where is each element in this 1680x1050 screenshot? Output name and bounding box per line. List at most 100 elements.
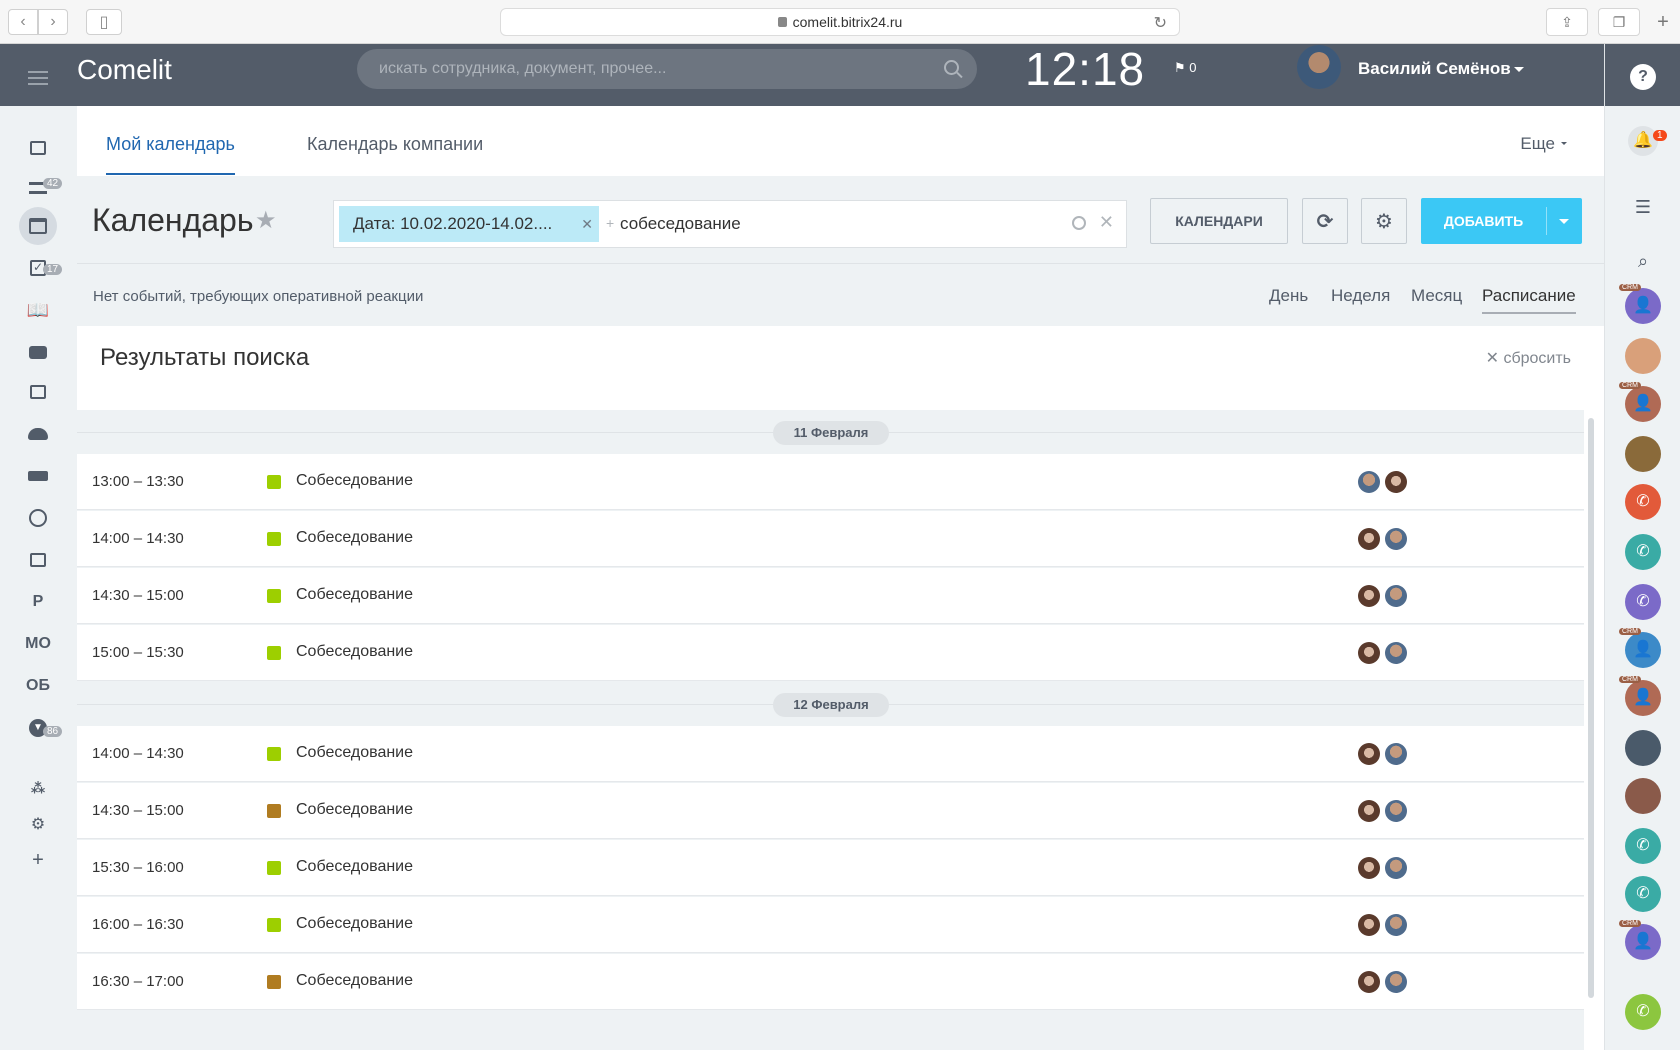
logo[interactable]: Comelit [77, 54, 172, 86]
forward-button[interactable]: › [38, 9, 68, 35]
chat-avatar[interactable]: 👤 [1625, 924, 1661, 960]
chat-avatar[interactable]: 👤 [1625, 288, 1661, 324]
event-title[interactable]: Собеседование [296, 972, 413, 990]
clock[interactable]: 12:18 [1025, 42, 1145, 96]
back-button[interactable]: ‹ [8, 9, 38, 35]
scrollbar[interactable] [1588, 418, 1594, 998]
star-icon[interactable]: ★ [255, 206, 277, 235]
filter-query[interactable]: собеседование [620, 214, 741, 234]
event-row[interactable]: 14:30 – 15:00 Собеседование [77, 568, 1584, 624]
reset-button[interactable]: ✕ сбросить [1486, 348, 1571, 368]
chat-avatar[interactable]: 👤 [1625, 680, 1661, 716]
sidebar-item-chat[interactable] [22, 336, 54, 368]
attendee-avatar[interactable] [1385, 585, 1407, 607]
event-title[interactable]: Собеседование [296, 472, 413, 490]
attendee-avatar[interactable] [1358, 471, 1380, 493]
sidebar-item-settings[interactable]: ⚙ [22, 808, 54, 840]
attendee-avatar[interactable] [1385, 971, 1407, 993]
attendee-avatar[interactable] [1358, 800, 1380, 822]
attendee-avatar[interactable] [1385, 914, 1407, 936]
event-row[interactable]: 14:00 – 14:30 Собеседование [77, 726, 1584, 782]
attendee-avatar[interactable] [1385, 471, 1407, 493]
chat-avatar[interactable] [1625, 436, 1661, 472]
chat-avatar[interactable]: ✆ [1625, 534, 1661, 570]
sidebar-item-add[interactable]: + [22, 844, 54, 876]
help-icon[interactable]: ? [1630, 64, 1656, 90]
chat-avatar[interactable]: ✆ [1625, 994, 1661, 1030]
add-button[interactable]: ДОБАВИТЬ [1421, 198, 1582, 244]
date-filter-chip[interactable]: Дата: 10.02.2020-14.02.... ✕ [339, 206, 599, 242]
share-button[interactable]: ⇪ [1546, 8, 1588, 36]
chat-avatar[interactable] [1625, 778, 1661, 814]
address-bar[interactable]: comelit.bitrix24.ru ↻ [500, 8, 1180, 36]
sidebar-item-time[interactable] [22, 502, 54, 534]
view-schedule[interactable]: Расписание [1482, 286, 1576, 314]
search-icon[interactable]: ⌕ [1628, 246, 1658, 276]
chevron-down-icon[interactable] [1559, 219, 1569, 229]
tabs-button[interactable]: ❐ [1598, 8, 1640, 36]
global-search[interactable] [357, 49, 977, 89]
sidebar-item-knowledge[interactable]: 📖 [22, 294, 54, 326]
filter-search[interactable]: Дата: 10.02.2020-14.02.... ✕ + собеседов… [333, 200, 1127, 248]
event-row[interactable]: 15:30 – 16:00 Собеседование [77, 840, 1584, 896]
attendee-avatar[interactable] [1358, 585, 1380, 607]
attendee-avatar[interactable] [1358, 971, 1380, 993]
event-row[interactable]: 14:30 – 15:00 Собеседование [77, 783, 1584, 839]
messages-icon[interactable]: ☰ [1628, 192, 1658, 222]
attendee-avatar[interactable] [1358, 743, 1380, 765]
sidebar-item-calendar[interactable] [19, 207, 57, 245]
sidebar-item-contacts[interactable] [22, 376, 54, 408]
settings-button[interactable]: ⚙ [1361, 198, 1407, 244]
attendee-avatar[interactable] [1385, 800, 1407, 822]
event-title[interactable]: Собеседование [296, 915, 413, 933]
chat-avatar[interactable]: ✆ [1625, 876, 1661, 912]
chat-avatar[interactable]: ✆ [1625, 584, 1661, 620]
event-title[interactable]: Собеседование [296, 744, 413, 762]
user-avatar[interactable] [1297, 45, 1341, 89]
calendars-button[interactable]: КАЛЕНДАРИ [1150, 198, 1288, 244]
sync-button[interactable]: ⟳ [1302, 198, 1348, 244]
event-row[interactable]: 15:00 – 15:30 Собеседование [77, 625, 1584, 681]
event-title[interactable]: Собеседование [296, 801, 413, 819]
chat-avatar[interactable] [1625, 730, 1661, 766]
search-icon[interactable] [944, 60, 959, 75]
global-search-input[interactable] [357, 49, 977, 89]
attendee-avatar[interactable] [1358, 857, 1380, 879]
sidebar-item-drive[interactable] [22, 460, 54, 492]
flag-counter[interactable]: ⚑ 0 [1174, 60, 1197, 76]
event-row[interactable]: 13:00 – 13:30 Собеседование [77, 454, 1584, 510]
attendee-avatar[interactable] [1358, 914, 1380, 936]
new-tab-button[interactable]: + [1650, 8, 1676, 36]
tab-company-calendar[interactable]: Календарь компании [307, 134, 483, 173]
event-title[interactable]: Собеседование [296, 586, 413, 604]
attendee-avatar[interactable] [1385, 857, 1407, 879]
sidebar-item-groups[interactable] [22, 418, 54, 450]
sidebar-item-mo[interactable]: МО [22, 628, 54, 660]
attendee-avatar[interactable] [1358, 642, 1380, 664]
view-month[interactable]: Месяц [1411, 286, 1462, 306]
attendee-avatar[interactable] [1358, 528, 1380, 550]
attendee-avatar[interactable] [1385, 743, 1407, 765]
event-title[interactable]: Собеседование [296, 643, 413, 661]
sidebar-item-p[interactable]: P [22, 586, 54, 618]
menu-icon[interactable] [28, 71, 48, 89]
tab-my-calendar[interactable]: Мой календарь [106, 134, 235, 175]
event-row[interactable]: 16:00 – 16:30 Собеседование [77, 897, 1584, 953]
tab-more[interactable]: Еще [1520, 134, 1567, 154]
reload-icon[interactable]: ↻ [1154, 13, 1167, 33]
chat-avatar[interactable]: ✆ [1625, 828, 1661, 864]
attendee-avatar[interactable] [1385, 528, 1407, 550]
event-row[interactable]: 14:00 – 14:30 Собеседование [77, 511, 1584, 567]
sidebar-item-structure[interactable]: ⁂ [22, 772, 54, 804]
bell-icon[interactable]: 🔔 [1628, 126, 1658, 156]
clear-icon[interactable]: ✕ [1099, 212, 1114, 233]
close-icon[interactable]: ✕ [581, 206, 593, 242]
sidebar-item-feed[interactable] [22, 132, 54, 164]
view-day[interactable]: День [1269, 286, 1308, 306]
sidebar-item-sites[interactable] [22, 544, 54, 576]
sidebar-toggle-button[interactable]: ▯ [86, 9, 122, 35]
user-name[interactable]: Василий Семёнов [1358, 59, 1511, 79]
sidebar-item-ob[interactable]: ОБ [22, 670, 54, 702]
search-icon[interactable] [1072, 216, 1086, 230]
event-row[interactable]: 16:30 – 17:00 Собеседование [77, 954, 1584, 1010]
